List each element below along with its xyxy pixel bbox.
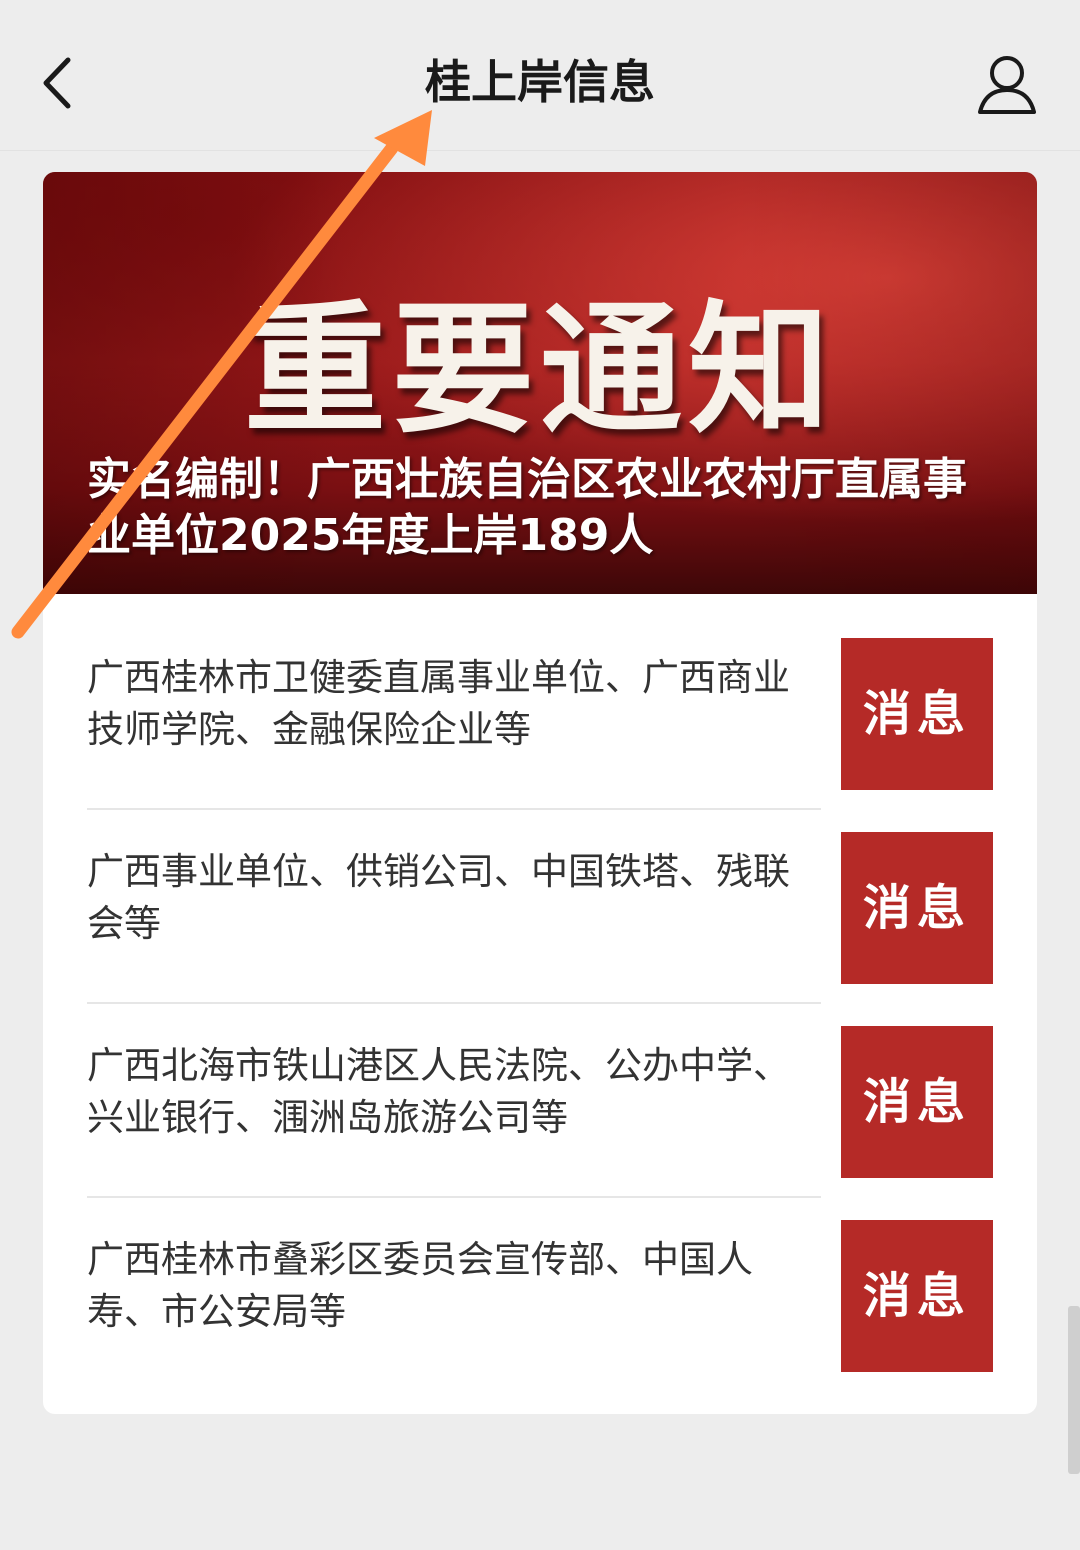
page-title: 桂上岸信息 (425, 55, 655, 109)
banner-heading: 重要通知 (244, 287, 836, 453)
scrollbar[interactable] (1068, 1306, 1080, 1474)
profile-button[interactable] (974, 52, 1040, 118)
notice-banner[interactable]: 重要通知 实名编制！广西壮族自治区农业农村厅直属事业单位2025年度上岸189人 (43, 172, 1037, 594)
top-navigation-bar: 桂上岸信息 (0, 0, 1080, 151)
user-icon (978, 56, 1036, 114)
list-item-text: 广西桂林市卫健委直属事业单位、广西商业技师学院、金融保险企业等 (87, 656, 790, 751)
message-tag-button[interactable]: 消息 (841, 832, 993, 984)
message-tag-button[interactable]: 消息 (841, 638, 993, 790)
message-tag-button[interactable]: 消息 (841, 1220, 993, 1372)
list-item[interactable]: 广西桂林市卫健委直属事业单位、广西商业技师学院、金融保险企业等 消息 (87, 616, 993, 810)
list-item[interactable]: 广西北海市铁山港区人民法院、公办中学、兴业银行、涠洲岛旅游公司等 消息 (87, 1004, 993, 1198)
list-item-text: 广西桂林市叠彩区委员会宣传部、中国人寿、市公安局等 (87, 1238, 753, 1333)
list-item[interactable]: 广西桂林市叠彩区委员会宣传部、中国人寿、市公安局等 消息 (87, 1198, 993, 1392)
message-tag-button[interactable]: 消息 (841, 1026, 993, 1178)
list-item-text: 广西北海市铁山港区人民法院、公办中学、兴业银行、涠洲岛旅游公司等 (87, 1044, 790, 1139)
list-item-text: 广西事业单位、供销公司、中国铁塔、残联会等 (87, 850, 790, 945)
list-item[interactable]: 广西事业单位、供销公司、中国铁塔、残联会等 消息 (87, 810, 993, 1004)
banner-subtitle: 实名编制！广西壮族自治区农业农村厅直属事业单位2025年度上岸189人 (87, 454, 967, 561)
content-card: 重要通知 实名编制！广西壮族自治区农业农村厅直属事业单位2025年度上岸189人… (43, 172, 1037, 1414)
